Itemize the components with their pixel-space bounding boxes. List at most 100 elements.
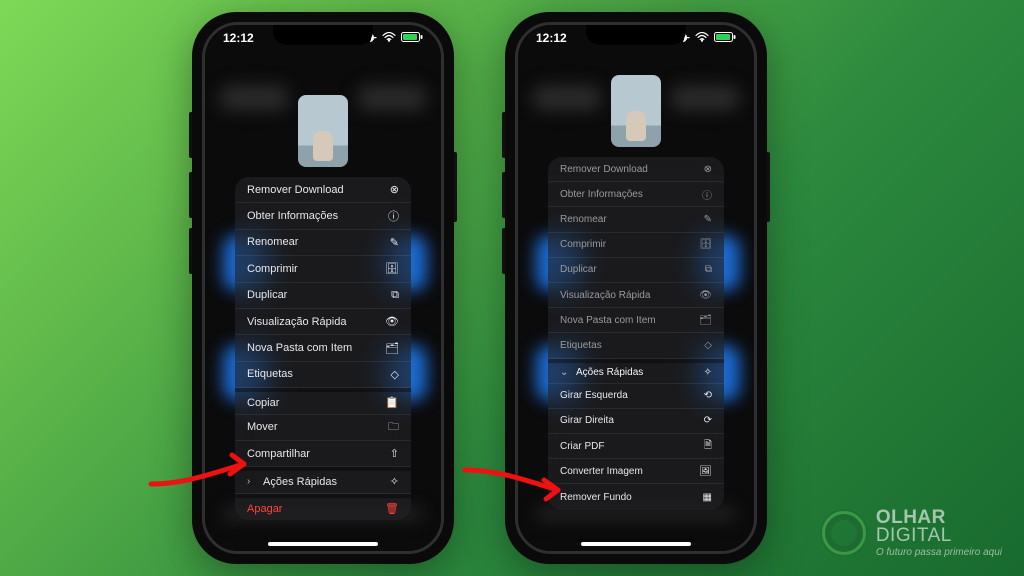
menu-item-label: Ações Rápidas bbox=[576, 367, 696, 378]
menu-item-girar-esquerda[interactable]: Girar Esquerda⟲ bbox=[548, 384, 724, 409]
menu-item-icon: ⓘ bbox=[696, 187, 712, 202]
menu-item-obter-informa-es[interactable]: Obter Informaçõesⓘ bbox=[235, 203, 411, 229]
menu-item-icon: 📋 bbox=[383, 396, 399, 409]
menu-item-obter-informa-es[interactable]: Obter Informaçõesⓘ bbox=[548, 182, 724, 207]
menu-item-duplicar[interactable]: Duplicar⧉ bbox=[235, 283, 411, 309]
file-thumbnail[interactable] bbox=[611, 75, 661, 147]
brand-tagline: O futuro passa primeiro aqui bbox=[876, 547, 1002, 558]
menu-item-icon: 🗑 bbox=[383, 502, 399, 515]
menu-item-label: Apagar bbox=[247, 503, 383, 515]
menu-item-remover-fundo[interactable]: Remover Fundo▦ bbox=[548, 484, 724, 509]
context-menu: Remover Download⊗Obter InformaçõesⓘRenom… bbox=[548, 157, 724, 510]
menu-item-icon: ⧉ bbox=[383, 289, 399, 302]
menu-item-a-es-r-pidas[interactable]: ›Ações Rápidas✧ bbox=[235, 467, 411, 493]
menu-item-icon: ✧ bbox=[696, 367, 712, 378]
battery-icon bbox=[714, 31, 736, 45]
menu-item-label: Nova Pasta com Item bbox=[247, 342, 383, 354]
menu-item-label: Converter Imagem bbox=[560, 466, 696, 477]
menu-item-icon: ▦ bbox=[696, 492, 712, 503]
menu-item-icon: ⇧ bbox=[383, 447, 399, 460]
menu-item-label: Girar Direita bbox=[560, 415, 696, 426]
menu-item-remover-download[interactable]: Remover Download⊗ bbox=[548, 157, 724, 182]
menu-item-nova-pasta-com-item[interactable]: Nova Pasta com Item🗂 bbox=[235, 335, 411, 361]
menu-item-icon: ⓘ bbox=[383, 208, 399, 224]
menu-item-label: Visualização Rápida bbox=[560, 290, 696, 301]
menu-item-compartilhar[interactable]: Compartilhar⇧ bbox=[235, 441, 411, 467]
brand-logo: OLHARDIGITAL O futuro passa primeiro aqu… bbox=[822, 509, 1002, 558]
menu-item-label: Comprimir bbox=[247, 263, 383, 275]
menu-item-label: Remover Download bbox=[247, 184, 383, 196]
menu-item-mover[interactable]: Mover🗀 bbox=[235, 415, 411, 441]
menu-item-icon: 👁 bbox=[383, 315, 399, 328]
menu-item-icon: ⊗ bbox=[696, 164, 712, 175]
menu-item-label: Compartilhar bbox=[247, 448, 383, 460]
menu-item-label: Remover Fundo bbox=[560, 492, 696, 503]
menu-item-label: Comprimir bbox=[560, 239, 696, 250]
phone-mockup-left: 12:12 ✈︎ Remover Download⊗Obter Informaç… bbox=[192, 12, 454, 564]
menu-item-icon: ◇ bbox=[696, 340, 712, 351]
menu-item-icon: ⊗ bbox=[383, 183, 399, 196]
cat-photo-icon bbox=[626, 111, 646, 141]
menu-item-girar-direita[interactable]: Girar Direita⟳ bbox=[548, 409, 724, 434]
menu-item-icon: 🗂 bbox=[696, 315, 712, 326]
menu-item-visualiza-o-r-pida[interactable]: Visualização Rápida👁 bbox=[235, 309, 411, 335]
menu-item-label: Remover Download bbox=[560, 164, 696, 175]
menu-item-label: Criar PDF bbox=[560, 441, 696, 452]
menu-item-converter-imagem[interactable]: Converter Imagem🖼 bbox=[548, 459, 724, 484]
phone-mockup-right: 12:12 ✈︎ Remover Download⊗Obter Informaç… bbox=[505, 12, 767, 564]
menu-item-comprimir[interactable]: Comprimir🗄 bbox=[235, 256, 411, 282]
menu-item-icon: 🗎 bbox=[696, 438, 712, 455]
menu-item-label: Ações Rápidas bbox=[263, 476, 383, 488]
menu-item-nova-pasta-com-item[interactable]: Nova Pasta com Item🗂 bbox=[548, 308, 724, 333]
menu-item-label: Duplicar bbox=[247, 289, 383, 301]
menu-item-visualiza-o-r-pida[interactable]: Visualização Rápida👁 bbox=[548, 283, 724, 308]
cat-photo-icon bbox=[313, 131, 333, 161]
menu-item-renomear[interactable]: Renomear✎ bbox=[235, 230, 411, 256]
menu-item-icon: ◇ bbox=[383, 368, 399, 381]
menu-item-icon: 🗄 bbox=[383, 262, 399, 275]
file-thumbnail[interactable] bbox=[298, 95, 348, 167]
menu-item-label: Renomear bbox=[560, 214, 696, 225]
brand-word-2: DIGITAL bbox=[876, 525, 952, 546]
context-menu: Remover Download⊗Obter InformaçõesⓘRenom… bbox=[235, 177, 411, 520]
menu-item-label: Duplicar bbox=[560, 264, 696, 275]
menu-item-icon: 🗄 bbox=[696, 239, 712, 250]
brand-ring-icon bbox=[822, 511, 866, 555]
menu-item-label: Etiquetas bbox=[560, 340, 696, 351]
menu-item-icon: 🖼 bbox=[696, 466, 712, 477]
notch bbox=[273, 25, 373, 45]
status-time: 12:12 bbox=[536, 31, 567, 45]
menu-item-etiquetas[interactable]: Etiquetas◇ bbox=[235, 362, 411, 388]
battery-icon bbox=[401, 31, 423, 45]
menu-item-renomear[interactable]: Renomear✎ bbox=[548, 207, 724, 232]
menu-item-criar-pdf[interactable]: Criar PDF🗎 bbox=[548, 434, 724, 459]
screen: 12:12 ✈︎ Remover Download⊗Obter Informaç… bbox=[202, 22, 444, 554]
menu-item-label: Girar Esquerda bbox=[560, 390, 696, 401]
home-indicator[interactable] bbox=[268, 542, 378, 546]
menu-item-icon: ⟳ bbox=[696, 415, 712, 426]
home-indicator[interactable] bbox=[581, 542, 691, 546]
chevron-icon: ⌄ bbox=[560, 367, 572, 378]
menu-item-copiar[interactable]: Copiar📋 bbox=[235, 388, 411, 414]
menu-item-icon: ⧉ bbox=[696, 264, 712, 275]
screen: 12:12 ✈︎ Remover Download⊗Obter Informaç… bbox=[515, 22, 757, 554]
menu-item-icon: ✎ bbox=[383, 236, 399, 249]
menu-item-comprimir[interactable]: Comprimir🗄 bbox=[548, 233, 724, 258]
menu-item-icon: 🗀 bbox=[383, 418, 399, 437]
menu-item-label: Mover bbox=[247, 421, 383, 433]
menu-item-etiquetas[interactable]: Etiquetas◇ bbox=[548, 333, 724, 358]
menu-item-duplicar[interactable]: Duplicar⧉ bbox=[548, 258, 724, 283]
menu-item-a-es-r-pidas[interactable]: ⌄ Ações Rápidas✧ bbox=[548, 359, 724, 384]
menu-item-label: Obter Informações bbox=[247, 210, 383, 222]
notch bbox=[586, 25, 686, 45]
menu-item-remover-download[interactable]: Remover Download⊗ bbox=[235, 177, 411, 203]
menu-item-label: Copiar bbox=[247, 397, 383, 409]
menu-item-icon: ✎ bbox=[696, 214, 712, 225]
menu-item-label: Visualização Rápida bbox=[247, 316, 383, 328]
menu-item-label: Obter Informações bbox=[560, 189, 696, 200]
menu-item-icon: 🗂 bbox=[383, 342, 399, 355]
menu-item-label: Renomear bbox=[247, 236, 383, 248]
menu-item-apagar[interactable]: Apagar🗑 bbox=[235, 494, 411, 520]
chevron-icon: › bbox=[247, 476, 259, 487]
wifi-icon bbox=[382, 31, 396, 45]
